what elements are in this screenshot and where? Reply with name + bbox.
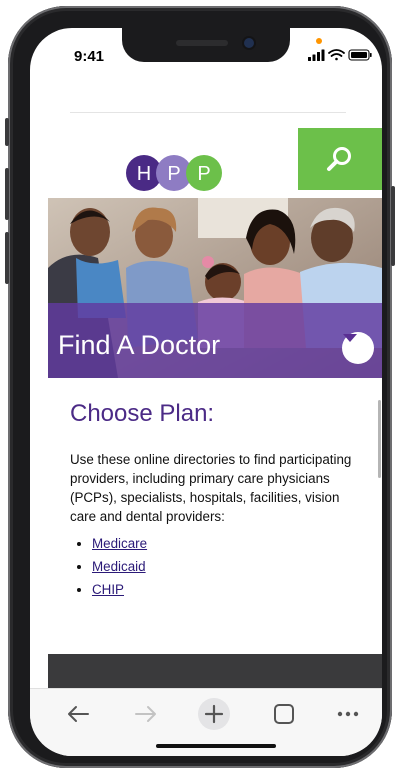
scrollbar[interactable] — [378, 400, 381, 478]
plan-description: Use these online directories to find par… — [70, 452, 352, 524]
hpp-logo[interactable]: H P P — [124, 152, 224, 194]
hero-title: Find A Doctor — [58, 330, 221, 360]
new-tab-button[interactable] — [196, 698, 232, 730]
chip-link[interactable]: CHIP — [92, 582, 124, 597]
plan-list: Medicare Medicaid CHIP — [70, 532, 147, 601]
logo-letter-p2: P — [197, 163, 210, 185]
speaker — [176, 40, 228, 46]
recording-indicator — [316, 38, 322, 44]
back-button[interactable] — [60, 699, 96, 729]
wifi-icon — [328, 49, 345, 61]
tabs-button[interactable] — [266, 699, 302, 729]
signal-icon — [308, 49, 325, 61]
phone-frame: 9:41 H P P Find A Doctor Choose Plan: Us… — [5, 6, 395, 768]
screen: 9:41 H P P Find A Doctor Choose Plan: Us… — [30, 28, 382, 756]
new-tab-plus-icon — [198, 698, 230, 730]
tabs-square-icon — [274, 704, 294, 724]
more-button[interactable] — [330, 699, 366, 729]
medicaid-link[interactable]: Medicaid — [92, 559, 146, 574]
status-icons — [308, 49, 372, 61]
hero-dropdown-toggle[interactable] — [342, 332, 374, 364]
battery-icon — [348, 49, 372, 61]
back-arrow-icon — [68, 706, 89, 722]
volume-down-button — [5, 232, 9, 284]
hero-banner: Find A Doctor — [48, 198, 382, 378]
page-footer-band — [48, 654, 382, 688]
volume-up-button — [5, 168, 9, 220]
forward-button[interactable] — [128, 699, 164, 729]
list-item: Medicare — [92, 532, 147, 555]
notch — [122, 28, 290, 62]
status-time: 9:41 — [74, 48, 105, 65]
more-dots-icon — [337, 711, 359, 717]
front-camera — [244, 38, 254, 48]
logo-letter-h: H — [137, 163, 151, 185]
logo-letter-p1: P — [167, 163, 180, 185]
power-button — [391, 186, 395, 266]
header-divider — [70, 112, 346, 113]
search-icon — [327, 147, 351, 171]
search-button[interactable] — [298, 128, 382, 190]
medicare-link[interactable]: Medicare — [92, 536, 147, 551]
list-item: CHIP — [92, 578, 147, 601]
chevron-down-icon — [343, 334, 357, 342]
home-indicator[interactable] — [156, 744, 276, 748]
hpp-logo-graphic: H P P — [126, 155, 222, 191]
forward-arrow-icon — [135, 706, 156, 722]
silent-switch — [5, 118, 9, 146]
list-item: Medicaid — [92, 555, 147, 578]
section-title: Choose Plan: — [70, 400, 215, 427]
